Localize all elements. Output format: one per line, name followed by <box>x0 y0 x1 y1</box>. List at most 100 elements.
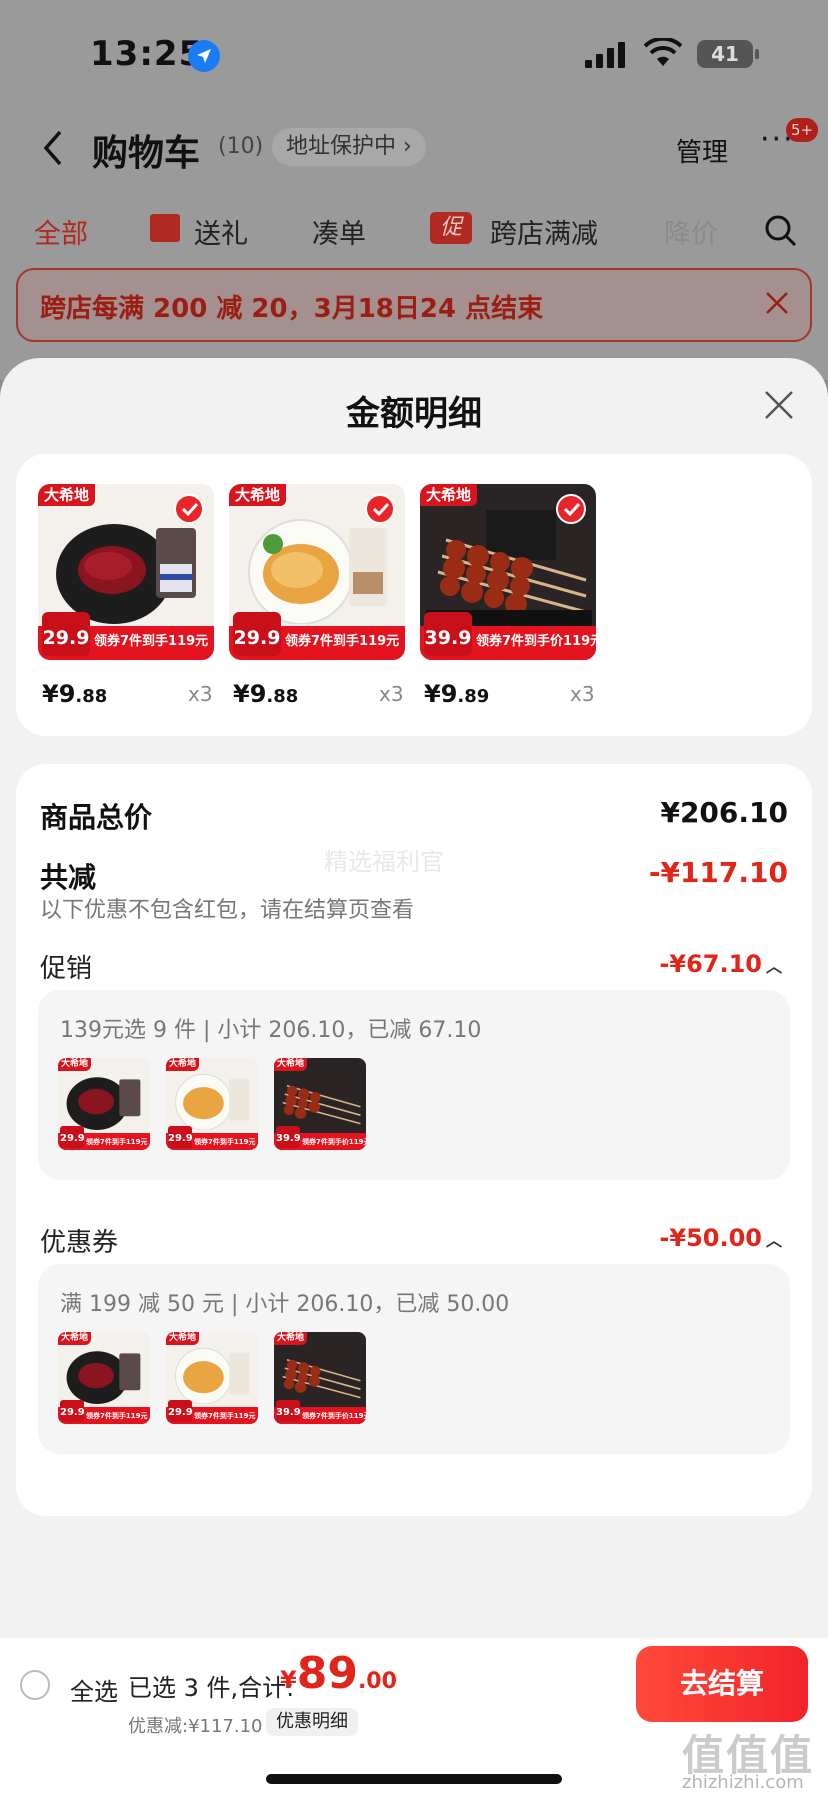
cart-page-background: 13:25 41 购物车 (10) 地址保护中 › 管理 ··· 5+ 全部 送… <box>0 0 828 380</box>
promo-detail-box: 139元选 9 件 | 小计 206.10，已减 67.10 大希地 领券7件到… <box>38 990 790 1180</box>
promo-strip-text: 领券7件到手价119元 <box>302 1412 366 1420</box>
chicken-cutlet-image <box>175 1347 250 1404</box>
lamb-skewers-image <box>426 510 592 628</box>
product-thumbnail: 大希地 领券7件到手价119元 39.9 <box>274 1332 366 1424</box>
checked-icon[interactable] <box>556 494 586 524</box>
price-int: ¥9 <box>42 680 76 708</box>
battery-icon: 41 <box>697 40 759 68</box>
signal-icon <box>585 42 625 68</box>
coupon-toggle[interactable]: -¥50.00 ︿ <box>659 1224 782 1252</box>
close-icon[interactable] <box>762 388 796 422</box>
chicken-cutlet-image <box>248 519 387 624</box>
site-watermark-domain: zhizhizhi.com <box>682 1772 804 1793</box>
product-price: ¥9.88 <box>233 680 298 708</box>
badge-price: 29.9 <box>42 612 90 656</box>
home-indicator[interactable] <box>266 1774 562 1784</box>
product-thumbnail: 大希地 领券7件到手119元 29.9 <box>58 1058 150 1150</box>
sheet-title: 金额明细 <box>346 394 482 434</box>
tab-cross-store[interactable]: 跨店满减 <box>490 212 598 251</box>
price-int: ¥9 <box>424 680 458 708</box>
promo-banner-text: 跨店每满 200 减 20，3月18日24 点结束 <box>40 294 544 324</box>
product-thumbnail: 大希地 领券7件到手119元 29.9 <box>166 1332 258 1424</box>
promo-strip-text: 领券7件到手价119元 <box>302 1138 366 1146</box>
promo-icon: 促 <box>430 212 472 244</box>
gift-icon <box>150 214 180 242</box>
checked-icon[interactable] <box>365 494 395 524</box>
promo-value: -¥67.10 <box>659 950 762 978</box>
battery-level: 41 <box>711 42 739 66</box>
cart-tabs: 全部 送礼 凑单 促 跨店满减 降价 <box>0 204 828 252</box>
badge-price: 39.9 <box>276 1400 301 1422</box>
tab-bundle[interactable]: 凑单 <box>312 212 366 251</box>
brand-tag: 大希地 <box>58 1332 92 1345</box>
back-icon[interactable] <box>38 128 68 168</box>
manage-button[interactable]: 管理 <box>676 132 728 169</box>
wifi-icon <box>644 38 682 66</box>
cart-count: (10) <box>218 134 264 159</box>
total-dec: .00 <box>357 1669 397 1694</box>
tab-gift[interactable]: 送礼 <box>194 212 248 251</box>
select-all-radio[interactable] <box>20 1670 50 1700</box>
badge-price: 39.9 <box>424 612 472 656</box>
brand-tag: 大希地 <box>420 484 478 506</box>
coupon-detail-text: 满 199 减 50 元 | 小计 206.10，已减 50.00 <box>60 1292 510 1317</box>
tab-all[interactable]: 全部 <box>34 212 88 251</box>
total-label: 商品总价 <box>40 801 153 834</box>
badge-price: 29.9 <box>60 1400 85 1422</box>
coupon-detail-box: 满 199 减 50 元 | 小计 206.10，已减 50.00 大希地 领券… <box>38 1264 790 1454</box>
price-dec: .88 <box>75 686 108 707</box>
product-item[interactable]: 大希地 领券7件到手119元 29.9 ¥9.88 x3 <box>38 484 222 708</box>
checked-icon[interactable] <box>174 494 204 524</box>
total-value: ¥206.10 <box>660 796 788 829</box>
badge-price: 29.9 <box>233 612 281 656</box>
selected-count: 已选 3 件,合计: <box>128 1674 295 1702</box>
steak-image <box>66 1077 141 1130</box>
promo-strip-text: 领券7件到手119元 <box>94 634 209 649</box>
reduce-note: 以下优惠不包含红包，请在结算页查看 <box>40 898 415 923</box>
product-item[interactable]: 大希地 领券7件到手价119元 39.9 ¥9.89 x3 <box>420 484 604 708</box>
badge-price: 29.9 <box>168 1400 193 1422</box>
steak-image <box>56 524 196 624</box>
total-currency: ¥ <box>280 1666 297 1694</box>
brand-tag: 大希地 <box>58 1058 92 1071</box>
address-protection-pill[interactable]: 地址保护中 › <box>272 128 426 166</box>
promo-strip-text: 领券7件到手119元 <box>86 1138 148 1146</box>
product-price: ¥9.89 <box>424 680 489 708</box>
product-thumbnail: 大希地 领券7件到手119元 29.9 <box>58 1332 150 1424</box>
tab-price-drop[interactable]: 降价 <box>664 212 718 251</box>
promo-banner[interactable]: 跨店每满 200 减 20，3月18日24 点结束 <box>16 268 812 342</box>
checkout-button[interactable]: 去结算 <box>636 1646 808 1722</box>
page-title: 购物车 <box>92 133 201 174</box>
steak-image <box>66 1351 141 1404</box>
amount-detail-card: 商品总价 ¥206.10 精选福利官 共减 -¥117.10 以下优惠不包含红包… <box>16 764 812 1516</box>
search-icon[interactable] <box>764 214 798 248</box>
badge-price: 29.9 <box>168 1126 193 1148</box>
chicken-cutlet-image <box>175 1073 250 1130</box>
close-icon[interactable] <box>764 290 790 316</box>
status-time: 13:25 <box>90 34 204 74</box>
promo-detail-text: 139元选 9 件 | 小计 206.10，已减 67.10 <box>60 1018 482 1043</box>
promo-strip-text: 领券7件到手119元 <box>194 1138 256 1146</box>
product-image: 大希地 领券7件到手119元 29.9 <box>38 484 214 660</box>
promo-strip-text: 领券7件到手119元 <box>86 1412 148 1420</box>
promo-toggle[interactable]: -¥67.10 ︿ <box>659 950 782 978</box>
product-price: ¥9.88 <box>42 680 107 708</box>
selected-products-card: 大希地 领券7件到手119元 29.9 ¥9.88 x3 大希地 领券7件到手1… <box>16 454 812 736</box>
select-all-label[interactable]: 全选 <box>70 1672 118 1707</box>
lamb-skewers-image <box>282 1359 361 1399</box>
cart-nav: 购物车 (10) 地址保护中 › 管理 ··· 5+ <box>0 118 828 178</box>
discount-detail-button[interactable]: 优惠明细 <box>266 1708 358 1736</box>
product-item[interactable]: 大希地 领券7件到手119元 29.9 ¥9.88 x3 <box>229 484 413 708</box>
notification-badge: 5+ <box>786 118 819 142</box>
status-bar: 13:25 41 <box>0 34 828 78</box>
brand-tag: 大希地 <box>38 484 96 506</box>
watermark-text: 精选福利官 <box>324 848 444 876</box>
reduce-value: -¥117.10 <box>648 856 788 889</box>
promo-label: 促销 <box>40 954 93 984</box>
product-image: 大希地 领券7件到手119元 29.9 <box>229 484 405 660</box>
brand-tag: 大希地 <box>166 1332 200 1345</box>
badge-price: 29.9 <box>60 1126 85 1148</box>
brand-tag: 大希地 <box>229 484 287 506</box>
coupon-value: -¥50.00 <box>659 1224 762 1252</box>
product-thumbnail: 大希地 领券7件到手119元 29.9 <box>166 1058 258 1150</box>
